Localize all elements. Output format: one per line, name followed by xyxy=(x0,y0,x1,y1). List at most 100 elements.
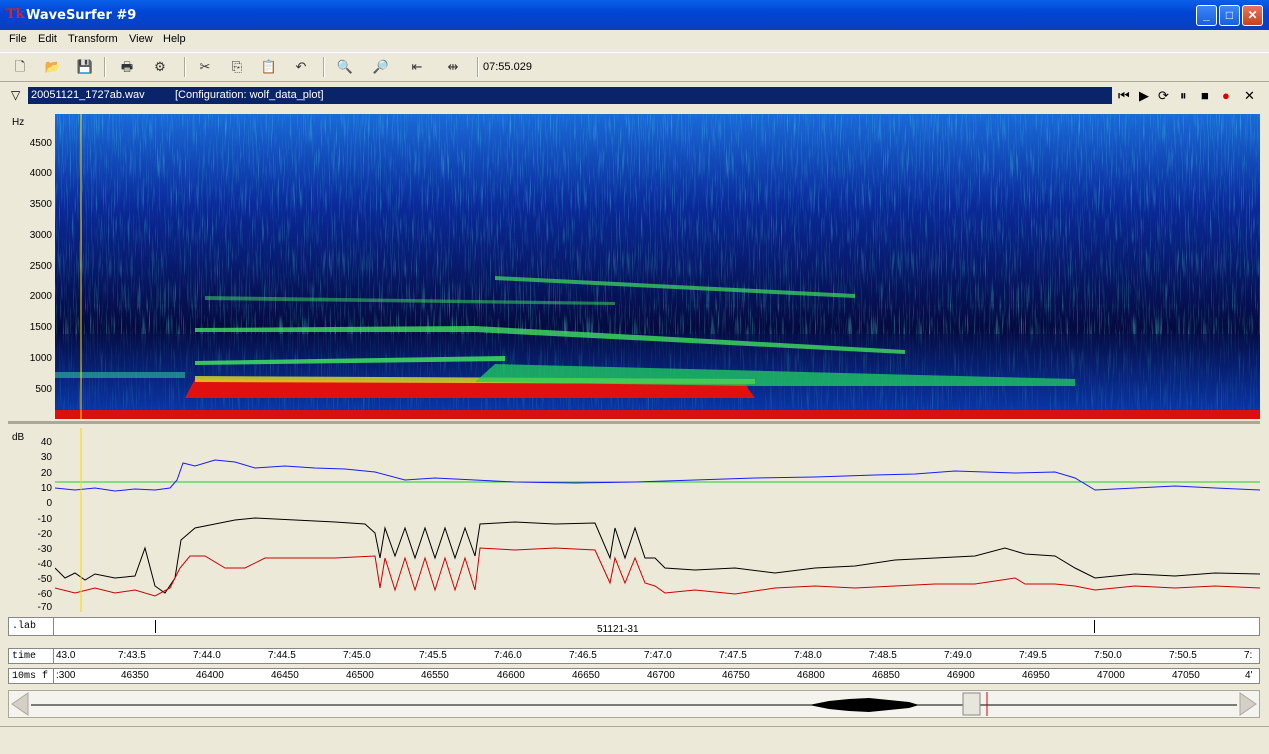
properties-icon[interactable]: ⚙ xyxy=(149,56,171,78)
frame-tick: 46900 xyxy=(947,670,975,681)
print-icon[interactable]: 🖶 xyxy=(116,56,138,78)
undo-icon[interactable]: ↶ xyxy=(290,56,312,78)
menu-bar: File Edit Transform View Help xyxy=(0,30,1269,50)
db-tick: -30 xyxy=(37,544,52,555)
frame-tick: 46950 xyxy=(1022,670,1050,681)
pane-divider[interactable] xyxy=(8,421,1260,424)
db-tick: -60 xyxy=(37,589,52,600)
time-tick: 7:43.5 xyxy=(118,650,146,661)
db-plot-pane[interactable]: dB 40 30 20 10 0 -10 -20 -30 -40 -50 -60… xyxy=(8,428,1260,613)
db-tick: 20 xyxy=(40,468,52,479)
frame-tick: 46750 xyxy=(722,670,750,681)
segment-label[interactable]: 51121-31 xyxy=(597,624,639,635)
menu-help[interactable]: Help xyxy=(163,33,186,45)
frame-tick: 4' xyxy=(1245,670,1253,681)
frame-tick: 46550 xyxy=(421,670,449,681)
spectrogram-image[interactable] xyxy=(55,114,1260,419)
save-icon[interactable]: 💾 xyxy=(74,56,96,78)
db-tick: 30 xyxy=(40,452,52,463)
time-tick: 7:47.5 xyxy=(719,650,747,661)
zoom-all-icon[interactable]: ⇤ xyxy=(406,56,428,78)
frame-ruler[interactable]: 10ms f :300 46350 46400 46450 46500 4655… xyxy=(8,668,1260,684)
label-boundary[interactable] xyxy=(1094,620,1095,633)
waveform-overview[interactable] xyxy=(9,691,1259,717)
go-to-start-icon[interactable]: ⏮ xyxy=(1118,88,1130,104)
time-tick: 7:44.5 xyxy=(268,650,296,661)
menu-view[interactable]: View xyxy=(129,33,153,45)
copy-icon[interactable]: ⎘ xyxy=(226,56,248,78)
freq-tick: 4500 xyxy=(29,138,52,149)
label-boundary[interactable] xyxy=(53,618,54,635)
title-bar[interactable]: Tk WaveSurfer #9 _ □ ✕ xyxy=(0,0,1269,30)
record-icon[interactable]: ● xyxy=(1222,88,1230,103)
frame-tick: 46600 xyxy=(497,670,525,681)
time-ruler-label: time xyxy=(12,651,37,662)
freq-tick: 4000 xyxy=(29,168,52,179)
paste-icon[interactable]: 📋 xyxy=(258,56,280,78)
new-file-icon[interactable]: 🗋 xyxy=(9,56,31,78)
frame-tick: 46350 xyxy=(121,670,149,681)
freq-tick: 3500 xyxy=(29,199,52,210)
sound-header-bar[interactable]: 20051121_1727ab.wav [Configuration: wolf… xyxy=(28,87,1112,104)
freq-tick: 1000 xyxy=(29,353,52,364)
frame-tick: 46500 xyxy=(346,670,374,681)
time-tick: 7: xyxy=(1244,650,1253,661)
time-ruler[interactable]: time 43.0 7:43.5 7:44.0 7:44.5 7:45.0 7:… xyxy=(8,648,1260,664)
frame-tick: 46450 xyxy=(271,670,299,681)
status-bar xyxy=(0,726,1269,754)
menu-transform[interactable]: Transform xyxy=(68,33,118,45)
frame-tick: 46650 xyxy=(572,670,600,681)
time-tick: 7:45.0 xyxy=(343,650,371,661)
frame-ruler-label: 10ms f xyxy=(12,671,49,682)
scroll-right-arrow-icon xyxy=(1239,692,1257,716)
db-plot-area[interactable] xyxy=(55,428,1260,612)
zoom-in-icon[interactable]: 🔍 xyxy=(334,56,356,78)
spectrogram-pane[interactable]: Hz 4500 4000 3500 3000 2500 2000 1500 10… xyxy=(8,114,1260,419)
frame-tick: 46400 xyxy=(196,670,224,681)
freq-tick: 2500 xyxy=(29,261,52,272)
time-tick: 7:46.0 xyxy=(494,650,522,661)
collapse-triangle-icon[interactable]: ▽ xyxy=(11,88,20,102)
toolbar: 🗋 📂 💾 🖶 ⚙ ✂ ⎘ 📋 ↶ 🔍 🔎 ⇤ ⇹ 07:55.029 xyxy=(0,52,1269,82)
maximize-button[interactable]: □ xyxy=(1219,5,1240,26)
toolbar-separator xyxy=(477,57,479,77)
db-tick: -70 xyxy=(37,602,52,613)
zoom-out-icon[interactable]: 🔎 xyxy=(370,56,392,78)
time-tick: 7:46.5 xyxy=(569,650,597,661)
frame-tick: 47000 xyxy=(1097,670,1125,681)
zoom-selection-icon[interactable]: ⇹ xyxy=(442,56,464,78)
frame-tick: 46800 xyxy=(797,670,825,681)
label-row-name: .lab xyxy=(12,621,37,632)
label-boundary[interactable] xyxy=(155,620,156,633)
overview-scrollbar[interactable] xyxy=(8,690,1260,718)
minimize-button[interactable]: _ xyxy=(1196,5,1217,26)
window-title: WaveSurfer #9 xyxy=(26,8,137,23)
db-tick: -10 xyxy=(37,514,52,525)
pause-icon[interactable]: ⏸ xyxy=(1180,88,1187,104)
time-tick: 7:47.0 xyxy=(644,650,672,661)
time-readout: 07:55.029 xyxy=(483,61,532,73)
open-folder-icon[interactable]: 📂 xyxy=(42,56,64,78)
close-sound-icon[interactable]: ✕ xyxy=(1244,88,1255,104)
play-icon[interactable]: ▶ xyxy=(1139,88,1149,104)
spectrogram-axis: Hz 4500 4000 3500 3000 2500 2000 1500 10… xyxy=(8,114,54,419)
label-pane[interactable]: .lab 51121-31 xyxy=(8,617,1260,636)
freq-tick: 2000 xyxy=(29,291,52,302)
stop-icon[interactable]: ■ xyxy=(1201,88,1209,103)
toolbar-separator xyxy=(184,57,186,77)
time-tick: 7:50.5 xyxy=(1169,650,1197,661)
db-tick: 40 xyxy=(40,437,52,448)
blue-level-line xyxy=(55,459,1260,492)
scroll-left-arrow-icon xyxy=(11,692,29,716)
red-level-line xyxy=(55,547,1260,597)
db-tick: -50 xyxy=(37,574,52,585)
menu-file[interactable]: File xyxy=(9,33,27,45)
time-tick: 7:49.0 xyxy=(944,650,972,661)
menu-edit[interactable]: Edit xyxy=(38,33,57,45)
play-loop-icon[interactable]: ⟳ xyxy=(1158,88,1169,104)
freq-tick: 1500 xyxy=(29,322,52,333)
time-tick: 43.0 xyxy=(56,650,76,661)
black-level-line xyxy=(55,517,1260,594)
close-window-button[interactable]: ✕ xyxy=(1242,5,1263,26)
cut-icon[interactable]: ✂ xyxy=(194,56,216,78)
